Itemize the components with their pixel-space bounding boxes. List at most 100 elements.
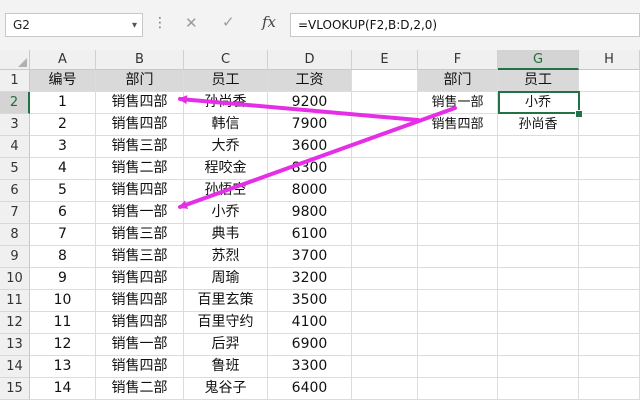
cell-e9[interactable] [352, 246, 418, 268]
cell-b6[interactable]: 销售四部 [96, 180, 184, 202]
cell-h11[interactable] [579, 290, 640, 312]
cell-d11[interactable]: 3500 [268, 290, 352, 312]
cell-d3[interactable]: 7900 [268, 114, 352, 136]
cell-e8[interactable] [352, 224, 418, 246]
cell-g14[interactable] [498, 356, 579, 378]
cell-b1[interactable]: 部门 [96, 70, 184, 92]
cell-a12[interactable]: 11 [30, 312, 96, 334]
cell-a3[interactable]: 2 [30, 114, 96, 136]
cell-g4[interactable] [498, 136, 579, 158]
cell-c1[interactable]: 员工 [184, 70, 268, 92]
cell-e12[interactable] [352, 312, 418, 334]
cell-g6[interactable] [498, 180, 579, 202]
row-header-10[interactable]: 10 [0, 268, 30, 290]
cell-a10[interactable]: 9 [30, 268, 96, 290]
cell-d5[interactable]: 8300 [268, 158, 352, 180]
cell-g10[interactable] [498, 268, 579, 290]
cell-d10[interactable]: 3200 [268, 268, 352, 290]
cell-f6[interactable] [418, 180, 498, 202]
cell-c15[interactable]: 鬼谷子 [184, 378, 268, 400]
cell-d15[interactable]: 6400 [268, 378, 352, 400]
cell-h12[interactable] [579, 312, 640, 334]
cell-g13[interactable] [498, 334, 579, 356]
column-header-e[interactable]: E [352, 50, 418, 70]
cell-h15[interactable] [579, 378, 640, 400]
cell-h9[interactable] [579, 246, 640, 268]
cell-a13[interactable]: 12 [30, 334, 96, 356]
cell-f15[interactable] [418, 378, 498, 400]
cell-b2[interactable]: 销售四部 [96, 92, 184, 114]
select-all-corner[interactable] [0, 50, 30, 70]
cell-h10[interactable] [579, 268, 640, 290]
cell-e7[interactable] [352, 202, 418, 224]
cell-a5[interactable]: 4 [30, 158, 96, 180]
cell-f7[interactable] [418, 202, 498, 224]
cell-b9[interactable]: 销售三部 [96, 246, 184, 268]
cancel-icon[interactable]: ✕ [185, 14, 198, 32]
cell-e6[interactable] [352, 180, 418, 202]
cell-e2[interactable] [352, 92, 418, 114]
cell-e10[interactable] [352, 268, 418, 290]
cell-c11[interactable]: 百里玄策 [184, 290, 268, 312]
cell-d2[interactable]: 9200 [268, 92, 352, 114]
cell-b15[interactable]: 销售二部 [96, 378, 184, 400]
cell-a14[interactable]: 13 [30, 356, 96, 378]
cell-c14[interactable]: 鲁班 [184, 356, 268, 378]
cell-d7[interactable]: 9800 [268, 202, 352, 224]
cell-f9[interactable] [418, 246, 498, 268]
cell-d14[interactable]: 3300 [268, 356, 352, 378]
cell-c6[interactable]: 孙悟空 [184, 180, 268, 202]
cell-c12[interactable]: 百里守约 [184, 312, 268, 334]
row-header-1[interactable]: 1 [0, 70, 30, 92]
column-header-b[interactable]: B [96, 50, 184, 70]
chevron-down-icon[interactable]: ▾ [132, 20, 137, 31]
row-header-2[interactable]: 2 [0, 92, 30, 114]
cell-f1[interactable]: 部门 [418, 70, 498, 92]
cell-h1[interactable] [579, 70, 640, 92]
cell-a4[interactable]: 3 [30, 136, 96, 158]
cell-a2[interactable]: 1 [30, 92, 96, 114]
cell-f13[interactable] [418, 334, 498, 356]
cell-d6[interactable]: 8000 [268, 180, 352, 202]
row-header-9[interactable]: 9 [0, 246, 30, 268]
fill-handle[interactable] [575, 110, 583, 118]
cell-c10[interactable]: 周瑜 [184, 268, 268, 290]
cell-c4[interactable]: 大乔 [184, 136, 268, 158]
cell-f4[interactable] [418, 136, 498, 158]
row-header-5[interactable]: 5 [0, 158, 30, 180]
spreadsheet-grid[interactable]: A B C D E F G H 1 2 3 4 5 6 7 8 9 10 11 12 13 14 15 编号 部门 员工 工资 部门员… [0, 50, 640, 400]
column-header-f[interactable]: F [418, 50, 498, 70]
row-header-13[interactable]: 13 [0, 334, 30, 356]
column-header-d[interactable]: D [268, 50, 352, 70]
row-header-11[interactable]: 11 [0, 290, 30, 312]
insert-function-icon[interactable]: fx [262, 13, 276, 31]
cell-b4[interactable]: 销售三部 [96, 136, 184, 158]
row-header-3[interactable]: 3 [0, 114, 30, 136]
cell-g9[interactable] [498, 246, 579, 268]
cell-h3[interactable] [579, 114, 640, 136]
cell-g7[interactable] [498, 202, 579, 224]
cell-b8[interactable]: 销售三部 [96, 224, 184, 246]
cell-d13[interactable]: 6900 [268, 334, 352, 356]
cell-h5[interactable] [579, 158, 640, 180]
row-header-8[interactable]: 8 [0, 224, 30, 246]
cell-e15[interactable] [352, 378, 418, 400]
cell-c13[interactable]: 后羿 [184, 334, 268, 356]
cell-c3[interactable]: 韩信 [184, 114, 268, 136]
cell-h6[interactable] [579, 180, 640, 202]
cell-e3[interactable] [352, 114, 418, 136]
cell-d12[interactable]: 4100 [268, 312, 352, 334]
cell-c8[interactable]: 典韦 [184, 224, 268, 246]
column-header-g[interactable]: G [498, 50, 579, 70]
cell-c2[interactable]: 孙尚香 [184, 92, 268, 114]
cell-b13[interactable]: 销售一部 [96, 334, 184, 356]
cell-e5[interactable] [352, 158, 418, 180]
row-header-6[interactable]: 6 [0, 180, 30, 202]
row-header-4[interactable]: 4 [0, 136, 30, 158]
cell-c9[interactable]: 苏烈 [184, 246, 268, 268]
cell-f3[interactable]: 销售四部 [418, 114, 498, 136]
cell-e14[interactable] [352, 356, 418, 378]
cell-f2[interactable]: 销售一部 [418, 92, 498, 114]
cell-b7[interactable]: 销售一部 [96, 202, 184, 224]
row-header-7[interactable]: 7 [0, 202, 30, 224]
